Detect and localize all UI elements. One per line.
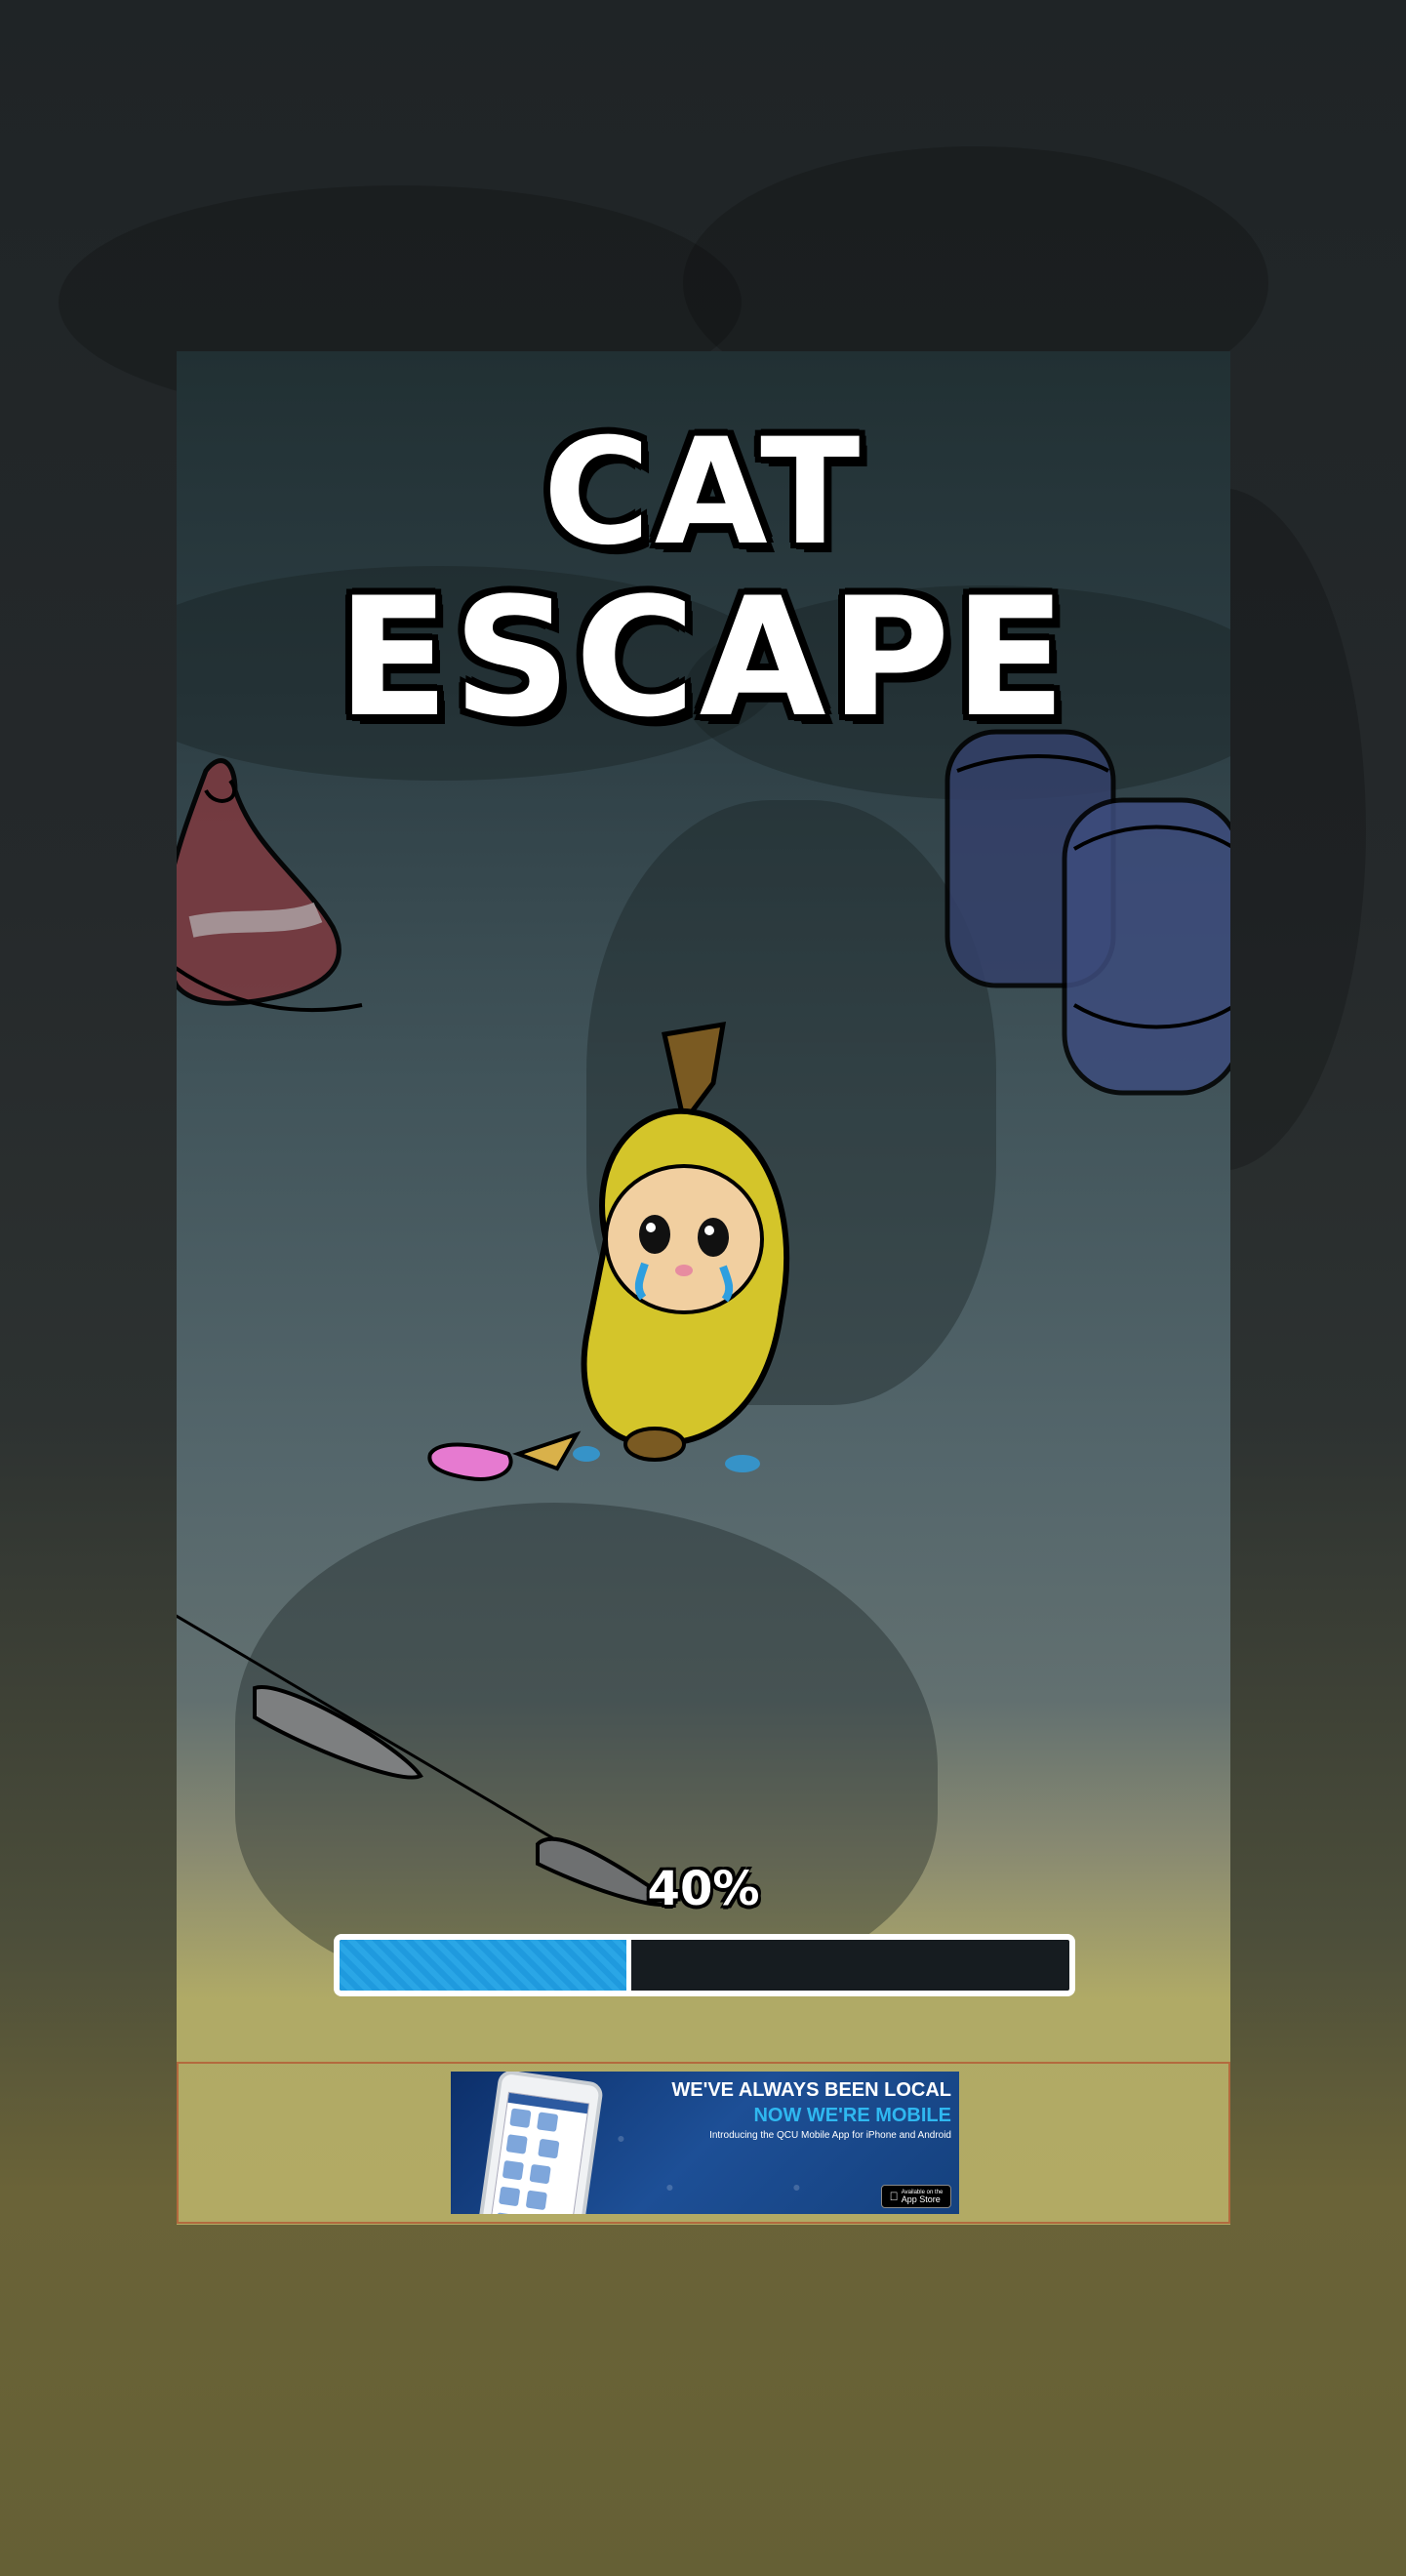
- game-screen: CAT ESCAPE 40% ● ● ● WE'VE ALWAYS BEEN L…: [0, 0, 1406, 2576]
- ad-decor: ●: [790, 2178, 802, 2195]
- banana-cat-icon: [573, 1021, 790, 1472]
- barrels-icon: [944, 729, 1230, 1096]
- title-line-2: ESCAPE: [337, 562, 1070, 753]
- title-line-1: CAT: [542, 408, 864, 578]
- app-store-badge[interactable]:  Available on the App Store: [881, 2185, 951, 2208]
- ad-container: ● ● ● WE'VE ALWAYS BEEN LOCAL NOW WE'RE …: [177, 2062, 1230, 2224]
- witch-hat-icon: [177, 758, 363, 1013]
- loading-progress-fill: [340, 1940, 632, 1991]
- loading-percent: 40%: [647, 1862, 760, 1916]
- phone-image: [476, 2072, 605, 2214]
- dropped-ice-cream-icon: [427, 1430, 582, 1481]
- game-title: CAT ESCAPE: [177, 420, 1230, 740]
- ad-subheadline: NOW WE'RE MOBILE: [753, 2105, 951, 2126]
- ad-tagline: Introducing the QCU Mobile App for iPhon…: [709, 2130, 951, 2141]
- ad-banner[interactable]: ● ● ● WE'VE ALWAYS BEEN LOCAL NOW WE'RE …: [451, 2072, 959, 2214]
- ad-decor: ●: [615, 2129, 626, 2147]
- loading-progress-bar: [334, 1934, 1075, 1996]
- ad-decor: ●: [663, 2178, 675, 2195]
- game-canvas[interactable]: CAT ESCAPE 40%: [177, 351, 1230, 2225]
- apple-icon: : [890, 2190, 899, 2203]
- ad-headline: WE'VE ALWAYS BEEN LOCAL: [671, 2079, 951, 2101]
- app-store-label: App Store: [897, 2194, 941, 2204]
